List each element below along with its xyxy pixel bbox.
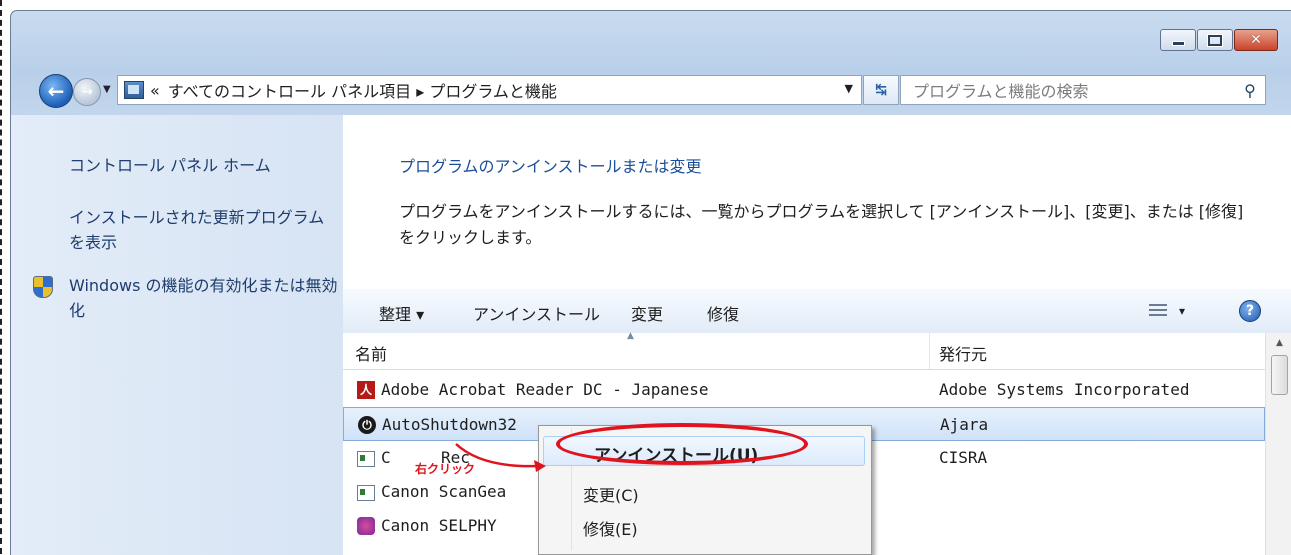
page-title: プログラムのアンインストールまたは変更 [399, 157, 702, 176]
sidebar-item-control-panel-home[interactable]: コントロール パネル ホーム [69, 153, 339, 178]
scrollbar-thumb[interactable] [1271, 355, 1288, 395]
back-arrow-icon: ← [47, 79, 65, 103]
program-publisher: Adobe Systems Incorporated [939, 380, 1190, 399]
program-publisher: Ajara [940, 415, 989, 434]
forward-button[interactable]: → [73, 78, 101, 106]
program-publisher: CISRA [939, 448, 988, 467]
program-name: Adobe Acrobat Reader DC - Japanese [381, 380, 709, 399]
minimize-icon [1171, 40, 1185, 46]
screenshot-edge [0, 0, 2, 554]
program-name: Canon ScanGea [381, 482, 507, 501]
sort-ascending-icon: ▲ [627, 331, 634, 341]
uninstall-button[interactable]: アンインストール [473, 301, 600, 325]
close-icon: ✕ [1250, 32, 1262, 48]
scroll-up-icon[interactable]: ▲ [1266, 333, 1291, 353]
search-icon[interactable]: ⚲ [1235, 81, 1265, 100]
column-header-row: ▲ 名前 発行元 [343, 331, 1265, 370]
close-button[interactable]: ✕ [1234, 29, 1278, 51]
change-button[interactable]: 変更 [631, 301, 663, 325]
refresh-button[interactable]: ↹ [863, 75, 899, 105]
sidebar-item-installed-updates[interactable]: インストールされた更新プログラムを表示 [69, 205, 339, 255]
program-name: C [381, 448, 391, 467]
table-row[interactable]: 人 Adobe Acrobat Reader DC - Japanese Ado… [343, 373, 1265, 407]
help-glyph: ? [1245, 303, 1255, 319]
program-name: Canon SELPHY [381, 516, 497, 535]
program-name: AutoShutdown32 [382, 415, 517, 434]
refresh-icon: ↹ [875, 82, 887, 98]
minimize-button[interactable] [1160, 29, 1196, 51]
help-icon[interactable]: ? [1239, 300, 1261, 322]
navigation-bar: ← → ▼ « すべてのコントロール パネル項目 ▸ プログラムと機能 ▼ ↹ … [11, 69, 1291, 113]
maximize-icon [1208, 34, 1222, 46]
address-prefix[interactable]: « [150, 81, 160, 100]
command-bar: 整理 ▾ アンインストール 変更 修復 ▾ ? [343, 289, 1291, 334]
view-dropdown-icon[interactable]: ▾ [1179, 304, 1185, 318]
history-dropdown-icon[interactable]: ▼ [103, 84, 111, 95]
vertical-scrollbar[interactable]: ▲ [1265, 333, 1291, 555]
menu-item-change[interactable]: 変更(C) [583, 482, 639, 506]
power-icon: ⏻ [358, 416, 376, 434]
back-button[interactable]: ← [39, 74, 73, 108]
column-header-name[interactable]: 名前 [355, 341, 387, 365]
shield-icon [33, 276, 53, 298]
caption-buttons: ✕ [1160, 29, 1278, 51]
control-panel-icon [124, 81, 144, 99]
search-box[interactable]: プログラムと機能の検索 ⚲ [900, 75, 1266, 105]
address-path[interactable]: すべてのコントロール パネル項目 ▸ プログラムと機能 [168, 78, 557, 102]
adobe-icon: 人 [357, 381, 375, 399]
annotation-circle [556, 423, 808, 465]
search-input[interactable]: プログラムと機能の検索 [901, 78, 1235, 102]
column-header-publisher[interactable]: 発行元 [939, 341, 987, 365]
task-pane: コントロール パネル ホーム インストールされた更新プログラムを表示 Windo… [11, 115, 343, 555]
address-dropdown-icon[interactable]: ▼ [845, 82, 853, 95]
address-bar[interactable]: « すべてのコントロール パネル項目 ▸ プログラムと機能 ▼ [117, 75, 862, 105]
organize-button[interactable]: 整理 ▾ [379, 301, 424, 325]
repair-button[interactable]: 修復 [707, 301, 739, 325]
page-description: プログラムをアンインストールするには、一覧からプログラムを選択して [アンインス… [399, 202, 1244, 247]
annotation-arrow [455, 443, 546, 472]
selphy-icon [357, 517, 375, 535]
menu-item-repair[interactable]: 修復(E) [583, 516, 638, 540]
program-icon [357, 485, 375, 501]
maximize-button[interactable] [1197, 29, 1233, 51]
column-separator[interactable] [929, 333, 930, 369]
program-icon [357, 451, 375, 467]
sidebar-item-windows-features[interactable]: Windows の機能の有効化または無効化 [69, 273, 339, 323]
view-options-icon[interactable] [1149, 304, 1167, 318]
forward-arrow-icon: → [81, 84, 93, 100]
